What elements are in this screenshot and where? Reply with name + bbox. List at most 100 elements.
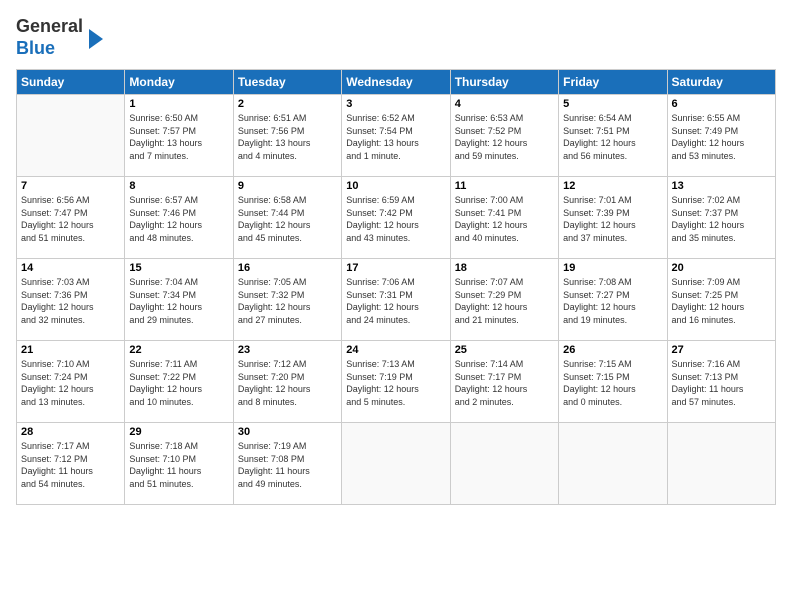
day-info: Sunrise: 7:01 AM Sunset: 7:39 PM Dayligh…: [563, 194, 662, 244]
day-number: 5: [563, 98, 662, 110]
day-info: Sunrise: 6:54 AM Sunset: 7:51 PM Dayligh…: [563, 112, 662, 162]
calendar-cell: 27Sunrise: 7:16 AM Sunset: 7:13 PM Dayli…: [667, 341, 775, 423]
calendar-cell: 17 Sunrise: 7:06 AM Sunset: 7:31 PM Dayli…: [342, 259, 450, 341]
calendar-cell: 28 Sunrise: 7:17 AM Sunset: 7:12 PM Dayli…: [17, 423, 125, 505]
weekday-header-friday: Friday: [559, 70, 667, 95]
calendar-cell: 13 Sunrise: 7:02 AM Sunset: 7:37 PM Dayli…: [667, 177, 775, 259]
weekday-header-row: SundayMondayTuesdayWednesdayThursdayFrid…: [17, 70, 776, 95]
day-info: Sunrise: 7:02 AM Sunset: 7:37 PM Dayligh…: [672, 194, 771, 244]
calendar-week-4: 21 Sunrise: 7:10 AM Sunset: 7:24 PM Dayli…: [17, 341, 776, 423]
day-number: 27: [672, 344, 771, 356]
day-number: 18: [455, 262, 554, 274]
day-info: Sunrise: 7:13 AM Sunset: 7:19 PM Dayligh…: [346, 358, 445, 408]
logo-text-block: General Blue: [16, 16, 83, 59]
day-info: Sunrise: 6:52 AM Sunset: 7:54 PM Dayligh…: [346, 112, 445, 162]
calendar-cell: 3 Sunrise: 6:52 AM Sunset: 7:54 PM Daylig…: [342, 95, 450, 177]
calendar-cell: [667, 423, 775, 505]
calendar-page: General Blue SundayMondayTuesdayWednesda…: [0, 0, 792, 612]
calendar-cell: [342, 423, 450, 505]
weekday-header-wednesday: Wednesday: [342, 70, 450, 95]
calendar-header: SundayMondayTuesdayWednesdayThursdayFrid…: [17, 70, 776, 95]
day-number: 23: [238, 344, 337, 356]
calendar-table: SundayMondayTuesdayWednesdayThursdayFrid…: [16, 69, 776, 505]
day-number: 26: [563, 344, 662, 356]
calendar-cell: 20Sunrise: 7:09 AM Sunset: 7:25 PM Dayli…: [667, 259, 775, 341]
header: General Blue: [16, 16, 776, 59]
calendar-cell: [450, 423, 558, 505]
day-info: Sunrise: 6:50 AM Sunset: 7:57 PM Dayligh…: [129, 112, 228, 162]
calendar-week-1: 1 Sunrise: 6:50 AM Sunset: 7:57 PM Daylig…: [17, 95, 776, 177]
day-number: 1: [129, 98, 228, 110]
day-number: 2: [238, 98, 337, 110]
day-number: 3: [346, 98, 445, 110]
day-info: Sunrise: 7:09 AM Sunset: 7:25 PM Dayligh…: [672, 276, 771, 326]
logo: General Blue: [16, 16, 103, 59]
calendar-cell: 19 Sunrise: 7:08 AM Sunset: 7:27 PM Dayli…: [559, 259, 667, 341]
day-info: Sunrise: 7:03 AM Sunset: 7:36 PM Dayligh…: [21, 276, 120, 326]
calendar-cell: 10Sunrise: 6:59 AM Sunset: 7:42 PM Dayli…: [342, 177, 450, 259]
day-info: Sunrise: 7:06 AM Sunset: 7:31 PM Dayligh…: [346, 276, 445, 326]
calendar-week-3: 14 Sunrise: 7:03 AM Sunset: 7:36 PM Dayli…: [17, 259, 776, 341]
day-number: 4: [455, 98, 554, 110]
day-number: 7: [21, 180, 120, 192]
calendar-cell: 22 Sunrise: 7:11 AM Sunset: 7:22 PM Dayli…: [125, 341, 233, 423]
calendar-body: 1 Sunrise: 6:50 AM Sunset: 7:57 PM Daylig…: [17, 95, 776, 505]
calendar-cell: 15Sunrise: 7:04 AM Sunset: 7:34 PM Dayli…: [125, 259, 233, 341]
day-number: 14: [21, 262, 120, 274]
day-number: 9: [238, 180, 337, 192]
calendar-cell: 1 Sunrise: 6:50 AM Sunset: 7:57 PM Daylig…: [125, 95, 233, 177]
calendar-cell: [17, 95, 125, 177]
day-info: Sunrise: 7:07 AM Sunset: 7:29 PM Dayligh…: [455, 276, 554, 326]
calendar-cell: 25Sunrise: 7:14 AM Sunset: 7:17 PM Dayli…: [450, 341, 558, 423]
day-number: 28: [21, 426, 120, 438]
calendar-cell: 2 Sunrise: 6:51 AM Sunset: 7:56 PM Daylig…: [233, 95, 341, 177]
calendar-cell: 9 Sunrise: 6:58 AM Sunset: 7:44 PM Daylig…: [233, 177, 341, 259]
day-info: Sunrise: 6:57 AM Sunset: 7:46 PM Dayligh…: [129, 194, 228, 244]
day-number: 6: [672, 98, 771, 110]
day-info: Sunrise: 7:08 AM Sunset: 7:27 PM Dayligh…: [563, 276, 662, 326]
day-info: Sunrise: 7:10 AM Sunset: 7:24 PM Dayligh…: [21, 358, 120, 408]
calendar-cell: 8 Sunrise: 6:57 AM Sunset: 7:46 PM Daylig…: [125, 177, 233, 259]
day-info: Sunrise: 7:17 AM Sunset: 7:12 PM Dayligh…: [21, 440, 120, 490]
day-info: Sunrise: 7:12 AM Sunset: 7:20 PM Dayligh…: [238, 358, 337, 408]
calendar-cell: 6 Sunrise: 6:55 AM Sunset: 7:49 PM Daylig…: [667, 95, 775, 177]
logo-blue: Blue: [16, 38, 55, 58]
day-info: Sunrise: 7:19 AM Sunset: 7:08 PM Dayligh…: [238, 440, 337, 490]
day-info: Sunrise: 7:05 AM Sunset: 7:32 PM Dayligh…: [238, 276, 337, 326]
calendar-week-5: 28 Sunrise: 7:17 AM Sunset: 7:12 PM Dayli…: [17, 423, 776, 505]
day-info: Sunrise: 6:51 AM Sunset: 7:56 PM Dayligh…: [238, 112, 337, 162]
weekday-header-tuesday: Tuesday: [233, 70, 341, 95]
day-number: 8: [129, 180, 228, 192]
day-number: 22: [129, 344, 228, 356]
calendar-cell: 23 Sunrise: 7:12 AM Sunset: 7:20 PM Dayli…: [233, 341, 341, 423]
calendar-cell: 4Sunrise: 6:53 AM Sunset: 7:52 PM Daylig…: [450, 95, 558, 177]
day-number: 13: [672, 180, 771, 192]
weekday-header-thursday: Thursday: [450, 70, 558, 95]
day-info: Sunrise: 7:11 AM Sunset: 7:22 PM Dayligh…: [129, 358, 228, 408]
day-number: 17: [346, 262, 445, 274]
day-number: 19: [563, 262, 662, 274]
calendar-cell: 5 Sunrise: 6:54 AM Sunset: 7:51 PM Daylig…: [559, 95, 667, 177]
day-number: 21: [21, 344, 120, 356]
day-info: Sunrise: 6:58 AM Sunset: 7:44 PM Dayligh…: [238, 194, 337, 244]
day-number: 24: [346, 344, 445, 356]
day-number: 16: [238, 262, 337, 274]
calendar-cell: 21 Sunrise: 7:10 AM Sunset: 7:24 PM Dayli…: [17, 341, 125, 423]
calendar-cell: 30 Sunrise: 7:19 AM Sunset: 7:08 PM Dayli…: [233, 423, 341, 505]
day-number: 10: [346, 180, 445, 192]
weekday-header-sunday: Sunday: [17, 70, 125, 95]
day-info: Sunrise: 7:04 AM Sunset: 7:34 PM Dayligh…: [129, 276, 228, 326]
calendar-week-2: 7Sunrise: 6:56 AM Sunset: 7:47 PM Daylig…: [17, 177, 776, 259]
day-number: 25: [455, 344, 554, 356]
calendar-cell: 11Sunrise: 7:00 AM Sunset: 7:41 PM Dayli…: [450, 177, 558, 259]
calendar-cell: 26Sunrise: 7:15 AM Sunset: 7:15 PM Dayli…: [559, 341, 667, 423]
calendar-cell: 7Sunrise: 6:56 AM Sunset: 7:47 PM Daylig…: [17, 177, 125, 259]
calendar-cell: [559, 423, 667, 505]
calendar-cell: 29Sunrise: 7:18 AM Sunset: 7:10 PM Dayli…: [125, 423, 233, 505]
day-number: 30: [238, 426, 337, 438]
day-number: 29: [129, 426, 228, 438]
day-info: Sunrise: 6:55 AM Sunset: 7:49 PM Dayligh…: [672, 112, 771, 162]
calendar-cell: 24 Sunrise: 7:13 AM Sunset: 7:19 PM Dayli…: [342, 341, 450, 423]
calendar-cell: 16 Sunrise: 7:05 AM Sunset: 7:32 PM Dayli…: [233, 259, 341, 341]
calendar-cell: 12Sunrise: 7:01 AM Sunset: 7:39 PM Dayli…: [559, 177, 667, 259]
